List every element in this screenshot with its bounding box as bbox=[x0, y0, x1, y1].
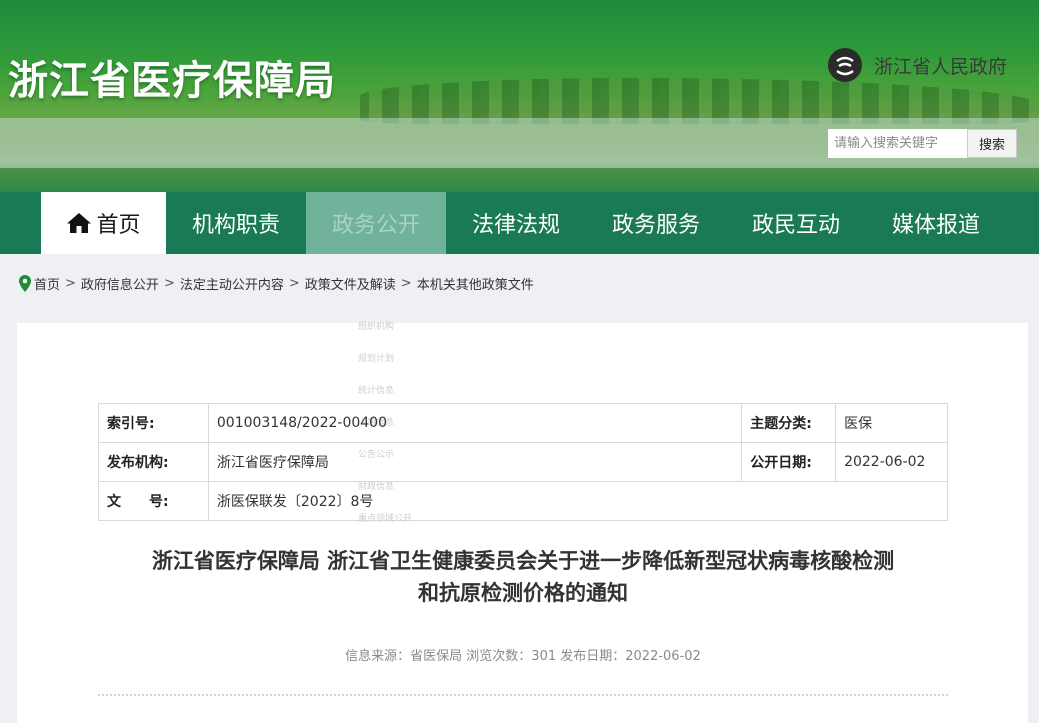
gov-portal-label: 浙江省人民政府 bbox=[874, 55, 1008, 78]
nav-item-gov-affairs-open[interactable]: 政务公开 bbox=[306, 192, 446, 254]
dropdown-item-ghost[interactable]: 统计信息 bbox=[358, 383, 394, 396]
site-title[interactable]: 浙江省医疗保障局 bbox=[8, 48, 336, 106]
breadcrumb-gov-info[interactable]: 政府信息公开 bbox=[81, 274, 159, 293]
home-icon bbox=[67, 213, 92, 233]
breadcrumb-separator: > bbox=[288, 276, 300, 291]
gov-portal-link[interactable]: 浙江省人民政府 bbox=[828, 48, 1007, 82]
breadcrumb-separator: > bbox=[400, 276, 412, 291]
breadcrumb-separator: > bbox=[163, 276, 175, 291]
document-meta-table: 索引号: 001003148/2022-00400 主题分类: 医保 发布机构:… bbox=[98, 403, 949, 521]
search-box: 搜索 bbox=[828, 129, 1017, 158]
table-row: 文 号: 浙医保联发〔2022〕8号 bbox=[98, 481, 949, 521]
topic-label: 主题分类: bbox=[741, 403, 837, 443]
nav-item-label: 首页 bbox=[96, 213, 141, 238]
nav-item-services[interactable]: 政务服务 bbox=[586, 192, 726, 254]
dropdown-item-ghost[interactable]: 规划计划 bbox=[358, 351, 394, 364]
dropdown-item-ghost[interactable]: 组织机构 bbox=[358, 319, 394, 332]
main-nav: 首页 机构职责 政务公开 法律法规 政务服务 政民互动 媒体报道 bbox=[0, 192, 1039, 254]
doc-number-value: 浙医保联发〔2022〕8号 bbox=[207, 481, 949, 521]
document-info-line: 信息来源：省医保局 浏览次数：301 发布日期：2022-06-02 bbox=[345, 649, 701, 664]
breadcrumb: 首页 > 政府信息公开 > 法定主动公开内容 > 政策文件及解读 > 本机关其他… bbox=[19, 274, 534, 293]
open-date-value: 2022-06-02 bbox=[835, 442, 948, 482]
banner-shore bbox=[0, 168, 1039, 192]
open-date-label: 公开日期: bbox=[741, 442, 837, 482]
document-title-line-1: 浙江省医疗保障局 浙江省卫生健康委员会关于进一步降低新型冠状病毒核酸检测 bbox=[151, 549, 895, 573]
search-button[interactable]: 搜索 bbox=[967, 129, 1017, 158]
topic-value: 医保 bbox=[835, 403, 948, 443]
gov-emblem-icon bbox=[828, 48, 862, 82]
breadcrumb-policy-docs[interactable]: 政策文件及解读 bbox=[305, 274, 396, 293]
doc-number-label: 文 号: bbox=[98, 481, 209, 521]
nav-list: 首页 机构职责 政务公开 法律法规 政务服务 政民互动 媒体报道 bbox=[41, 192, 1006, 254]
index-number-label: 索引号: bbox=[98, 403, 209, 443]
index-number-value: 001003148/2022-00400 bbox=[207, 403, 743, 443]
document-title: 浙江省医疗保障局 浙江省卫生健康委员会关于进一步降低新型冠状病毒核酸检测 和抗原… bbox=[98, 545, 948, 609]
breadcrumb-legal-content[interactable]: 法定主动公开内容 bbox=[180, 274, 284, 293]
nav-item-interaction[interactable]: 政民互动 bbox=[726, 192, 866, 254]
search-input[interactable] bbox=[828, 129, 967, 158]
document-title-line-2: 和抗原检测价格的通知 bbox=[418, 581, 628, 605]
breadcrumb-current[interactable]: 本机关其他政策文件 bbox=[417, 274, 534, 293]
header-banner: 浙江省医疗保障局 浙江省人民政府 搜索 bbox=[0, 0, 1039, 192]
breadcrumb-separator: > bbox=[65, 276, 76, 291]
publisher-label: 发布机构: bbox=[98, 442, 209, 482]
nav-item-media[interactable]: 媒体报道 bbox=[866, 192, 1006, 254]
table-row: 索引号: 001003148/2022-00400 主题分类: 医保 bbox=[98, 403, 948, 443]
breadcrumb-home[interactable]: 首页 bbox=[34, 274, 60, 293]
nav-item-organization[interactable]: 机构职责 bbox=[166, 192, 306, 254]
table-row: 发布机构: 浙江省医疗保障局 公开日期: 2022-06-02 bbox=[98, 442, 948, 482]
nav-item-laws[interactable]: 法律法规 bbox=[446, 192, 586, 254]
location-pin-icon bbox=[19, 275, 31, 292]
content-divider bbox=[98, 694, 948, 696]
nav-item-home[interactable]: 首页 bbox=[41, 192, 166, 254]
publisher-value: 浙江省医疗保障局 bbox=[207, 442, 743, 482]
